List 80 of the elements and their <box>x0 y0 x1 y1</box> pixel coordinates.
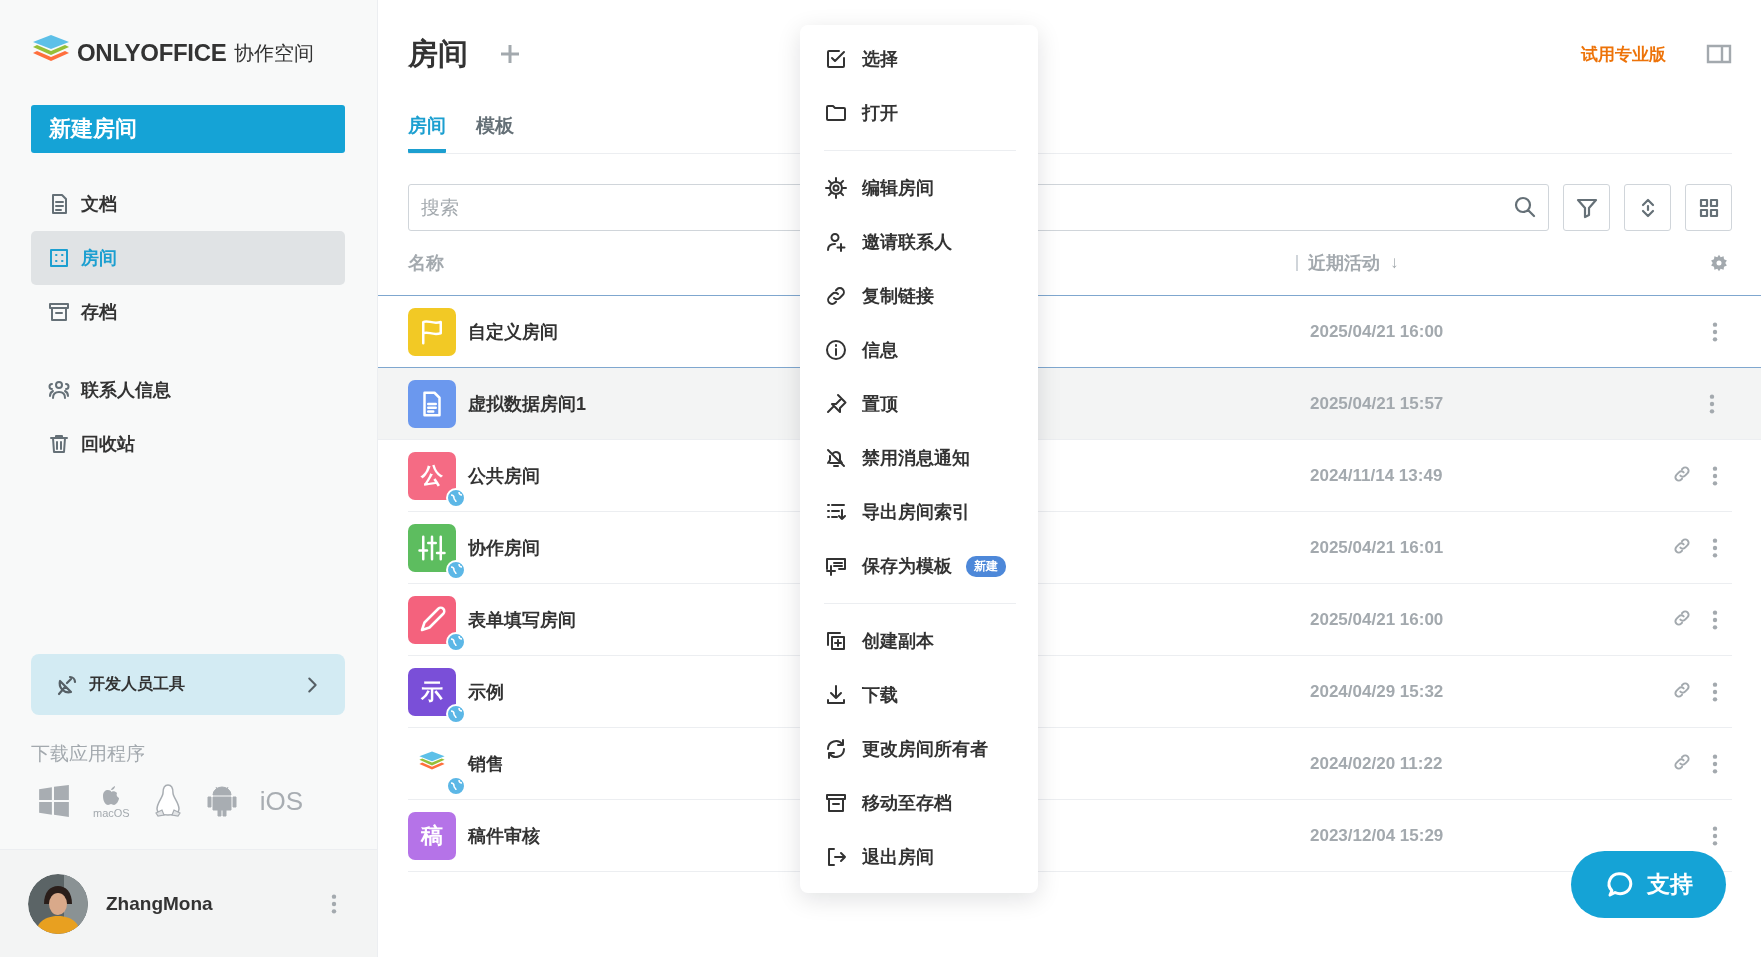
developer-tools-button[interactable]: 开发人员工具 <box>31 654 345 715</box>
page-title: 房间 <box>408 35 468 72</box>
activity-date: 2025/04/21 16:00 <box>1309 609 1445 630</box>
add-person-icon <box>824 230 848 254</box>
globe-icon <box>446 703 466 724</box>
more-icon[interactable] <box>1712 680 1718 703</box>
android-icon[interactable] <box>205 783 238 819</box>
windows-icon[interactable] <box>37 784 71 818</box>
archive-icon <box>47 300 71 324</box>
link-icon[interactable] <box>1672 463 1692 484</box>
room-name: 自定义房间 <box>468 320 558 344</box>
room-icon: 示 <box>408 667 456 716</box>
menu-item[interactable]: 下载 <box>800 668 1038 722</box>
room-name: 销售 <box>468 752 504 776</box>
menu-item[interactable]: 编辑房间 <box>800 161 1038 215</box>
sidebar-item[interactable]: 回收站 <box>31 417 345 471</box>
more-icon[interactable] <box>1712 824 1718 847</box>
activity-date: 2024/04/29 15:32 <box>1309 681 1445 702</box>
product-name: 协作空间 <box>234 40 315 66</box>
more-icon[interactable] <box>1712 536 1718 559</box>
muted-bell-icon <box>824 446 848 470</box>
user-name: ZhangMona <box>106 892 214 915</box>
brand-name: ONLYOFFICE <box>77 39 227 67</box>
sort-button[interactable] <box>1624 184 1671 231</box>
download-icon <box>824 683 848 707</box>
room-name: 稿件审核 <box>468 824 540 848</box>
activity-date: 2025/04/21 16:00 <box>1309 321 1445 342</box>
people-icon <box>47 378 71 402</box>
search-icon <box>1513 195 1537 219</box>
download-label: 下载应用程序 <box>31 742 146 766</box>
copy-icon <box>824 629 848 653</box>
room-name: 协作房间 <box>468 536 540 560</box>
activity-date: 2025/04/21 16:01 <box>1309 537 1445 558</box>
activity-date: 2024/02/20 11:22 <box>1309 753 1444 774</box>
view-toggle-button[interactable] <box>1685 184 1732 231</box>
globe-icon <box>446 775 466 796</box>
grid-icon <box>47 246 71 270</box>
room-name: 表单填写房间 <box>468 608 576 632</box>
room-icon: 稿 <box>408 811 456 860</box>
trash-icon <box>47 432 71 456</box>
menu-item[interactable]: 选择 <box>800 32 1038 86</box>
info-icon <box>824 338 848 362</box>
archive-icon <box>824 791 848 815</box>
activity-date: 2024/11/14 13:49 <box>1309 465 1444 486</box>
side-panel-icon[interactable] <box>1706 44 1732 64</box>
pin-icon <box>824 392 848 416</box>
refresh-icon <box>824 737 848 761</box>
sort-arrow: ↓ <box>1390 253 1399 273</box>
more-icon[interactable] <box>1712 752 1718 775</box>
link-icon[interactable] <box>1672 679 1692 700</box>
sidebar-item[interactable]: 联系人信息 <box>31 363 345 417</box>
sidebar-item[interactable]: 存档 <box>31 285 345 339</box>
checkbox-icon <box>824 47 848 71</box>
activity-date: 2023/12/04 15:29 <box>1309 825 1445 846</box>
new-badge: 新建 <box>966 555 1006 577</box>
link-icon <box>824 284 848 308</box>
globe-icon <box>446 487 466 508</box>
settings-icon[interactable] <box>1709 253 1729 273</box>
activity-date: 2025/04/21 15:57 <box>1309 393 1445 414</box>
more-icon[interactable] <box>1712 608 1718 631</box>
menu-item[interactable]: 打开 <box>800 86 1038 140</box>
plus-icon[interactable] <box>498 42 522 66</box>
globe-icon <box>446 631 466 652</box>
room-name: 示例 <box>468 680 504 704</box>
tab[interactable]: 模板 <box>476 113 514 153</box>
settings-icon <box>824 176 848 200</box>
filter-button[interactable] <box>1563 184 1610 231</box>
menu-item[interactable]: 置顶 <box>800 377 1038 431</box>
more-icon[interactable] <box>1709 392 1715 415</box>
room-name: 公共房间 <box>468 464 540 488</box>
link-icon[interactable] <box>1672 607 1692 628</box>
room-name: 虚拟数据房间1 <box>468 392 586 416</box>
link-icon[interactable] <box>1672 535 1692 556</box>
more-icon[interactable] <box>331 892 337 915</box>
more-icon[interactable] <box>1712 320 1718 343</box>
sidebar-item[interactable]: 文档 <box>31 177 345 231</box>
more-icon[interactable] <box>1712 464 1718 487</box>
globe-icon <box>446 559 466 580</box>
room-icon: 公 <box>408 451 456 500</box>
link-icon[interactable] <box>1672 751 1692 772</box>
